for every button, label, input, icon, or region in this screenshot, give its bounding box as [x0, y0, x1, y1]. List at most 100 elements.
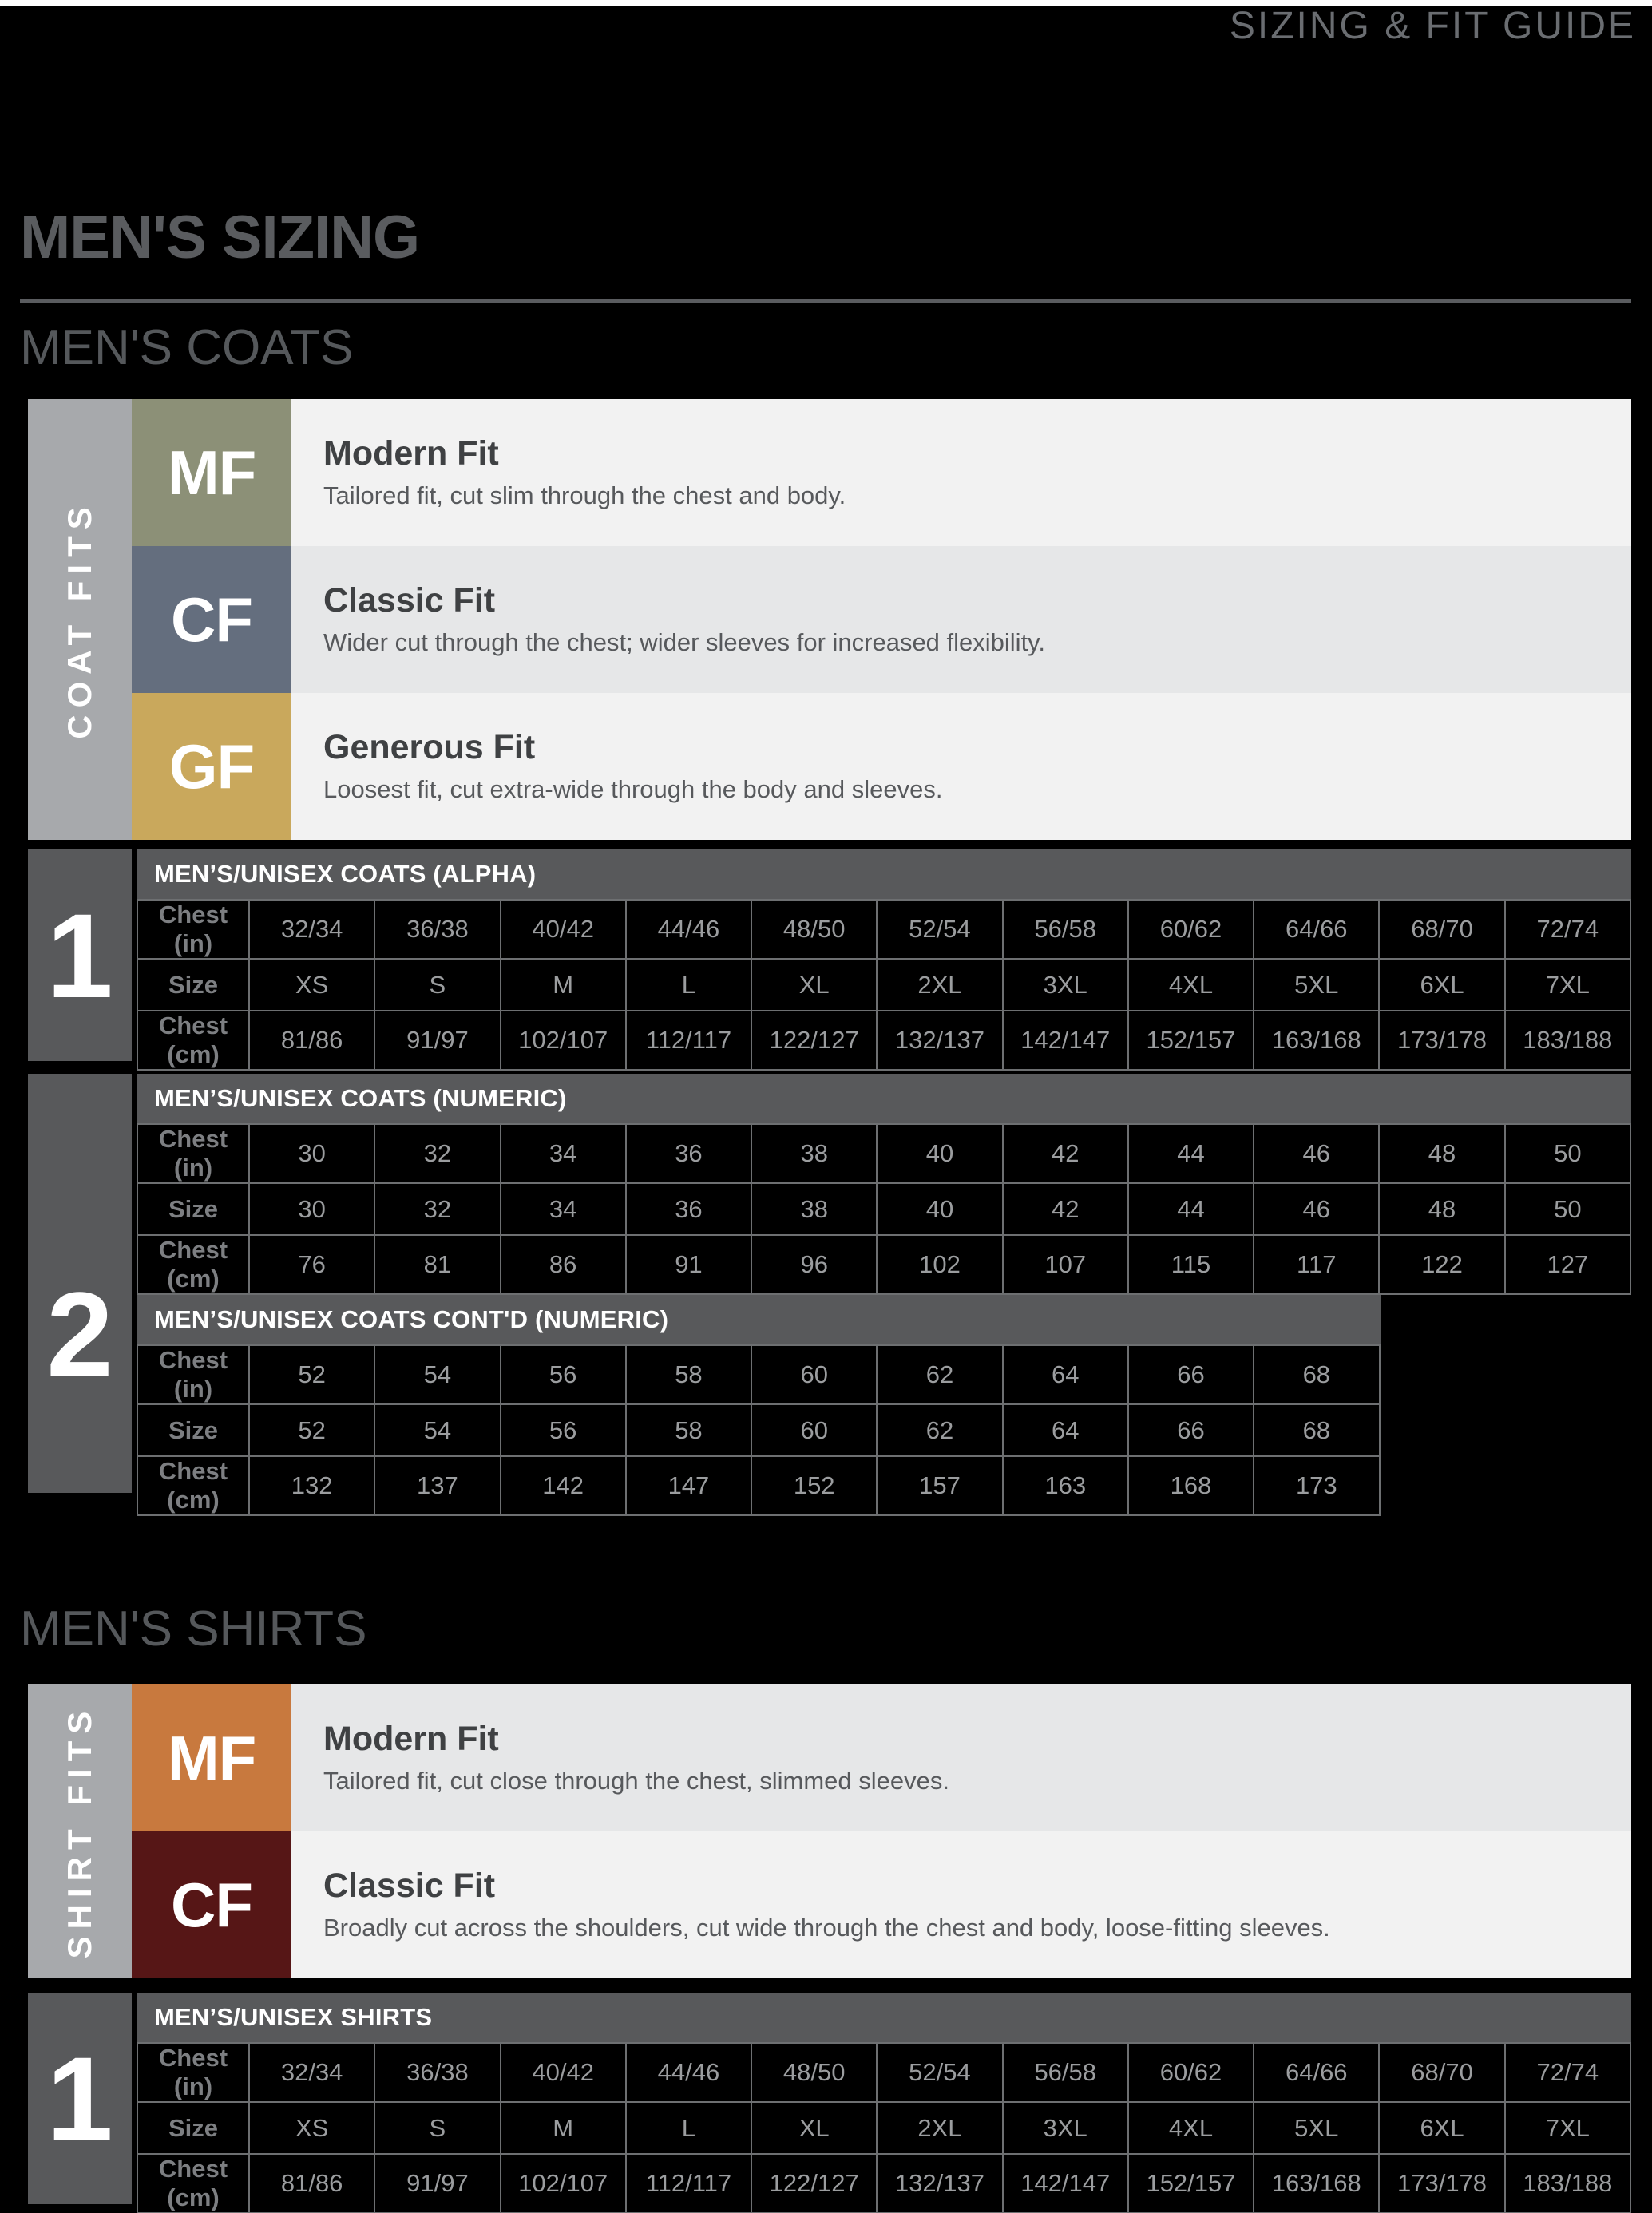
table-cell: 52 [248, 1403, 376, 1457]
table-cell: 122 [1378, 1234, 1506, 1295]
table-cell: 152 [751, 1455, 878, 1516]
table-cell: 68 [1253, 1344, 1381, 1405]
table-cell: 68/70 [1378, 2042, 1506, 2103]
table-cell: 147 [624, 1455, 753, 1516]
table-cell: 4XL [1127, 958, 1255, 1011]
table-cell: 5XL [1253, 958, 1381, 1011]
table-cell: 64 [1001, 1344, 1129, 1405]
table-cell: 58 [624, 1403, 753, 1457]
table-cell: 173/178 [1378, 2153, 1506, 2213]
table-cell: 2XL [876, 958, 1004, 1011]
coats-alpha-table-body: MEN’S/UNISEX COATS (ALPHA) Chest (in) 32/… [137, 849, 1632, 1071]
coat-fits-block: COAT FITS MF Modern Fit Tailored fit, cu… [28, 399, 1631, 840]
table-cell: 66 [1127, 1344, 1255, 1405]
table-cell: 64 [1001, 1403, 1129, 1457]
table-cell: XS [248, 958, 376, 1011]
row-header: Chest (in) [137, 2042, 250, 2103]
table-cell: 56/58 [1001, 2042, 1129, 2103]
table-cell: 44 [1127, 1182, 1255, 1236]
table-cell: 163/168 [1253, 1010, 1381, 1071]
table-cell: 102 [876, 1234, 1004, 1295]
table-cell: 68 [1253, 1403, 1381, 1457]
table-cell: 52/54 [876, 2042, 1004, 2103]
shirt-fit-row-modern[interactable]: MF Modern Fit Tailored fit, cut close th… [132, 1684, 1631, 1831]
table-cell: 40 [876, 1123, 1004, 1184]
table-cell: 64/66 [1253, 2042, 1381, 2103]
coat-fit-sub-classic: Wider cut through the chest; wider sleev… [323, 627, 1045, 656]
table-cell: 38 [751, 1123, 878, 1184]
table-row: Chest (in) 52 54 56 58 60 62 64 66 68 [137, 1344, 1381, 1405]
table-cell: 173 [1253, 1455, 1381, 1516]
table-row: Chest (cm) 81/86 91/97 102/107 112/117 122/12… [137, 1010, 1632, 1071]
shirt-fit-desc-classic: Classic Fit Broadly cut across the shoul… [291, 1831, 1631, 1978]
table-cell: 4XL [1127, 2101, 1255, 2155]
table-cell: 115 [1127, 1234, 1255, 1295]
coat-fit-code-gf: GF [168, 730, 255, 802]
coats-numeric-table: Chest (in) 30 32 34 36 38 40 42 44 46 48 50 Size 30 32… [137, 1123, 1632, 1295]
table-row: Size 30 32 34 36 38 40 42 44 46 48 50 [137, 1182, 1632, 1236]
table-cell: 142 [499, 1455, 627, 1516]
table-cell: 107 [1001, 1234, 1129, 1295]
table-cell: 48 [1378, 1123, 1506, 1184]
table-cell: 132/137 [876, 2153, 1004, 2213]
shirt-fits-list: MF Modern Fit Tailored fit, cut close th… [132, 1684, 1631, 1978]
row-header: Size [137, 1182, 250, 1236]
table-cell: 122/127 [751, 2153, 878, 2213]
table-cell: 54 [374, 1403, 501, 1457]
coat-fit-row-generous[interactable]: GF Generous Fit Loosest fit, cut extra-w… [132, 693, 1631, 840]
row-header: Chest (in) [137, 1344, 250, 1405]
row-header: Chest (cm) [137, 2153, 250, 2213]
table-cell: 122/127 [751, 1010, 878, 1071]
table-cell: 112/117 [624, 2153, 753, 2213]
table-cell: 56 [499, 1403, 627, 1457]
table-cell: 3XL [1001, 958, 1129, 1011]
table-cell: 50 [1503, 1123, 1632, 1184]
table-cell: 81 [374, 1234, 501, 1295]
table-row: Size XS S M L XL 2XL 3XL 4XL 5XL 6XL 7XL [137, 958, 1632, 1011]
shirt-fit-code-mf: MF [167, 1722, 257, 1793]
coat-fit-desc-classic: Classic Fit Wider cut through the chest;… [291, 546, 1631, 693]
coat-fit-desc-generous: Generous Fit Loosest fit, cut extra-wide… [291, 693, 1631, 840]
table-cell: 72/74 [1503, 2042, 1632, 2103]
table-cell: 60/62 [1127, 2042, 1255, 2103]
table-cell: 91/97 [374, 2153, 501, 2213]
table-cell: 6XL [1378, 2101, 1506, 2155]
table-cell: 40/42 [499, 899, 627, 960]
table-cell: XL [751, 2101, 878, 2155]
table-cell: 60 [751, 1344, 878, 1405]
table-cell: 72/74 [1503, 899, 1632, 960]
coats-numeric-contd-caption: MEN’S/UNISEX COATS CONT'D (NUMERIC) [137, 1295, 1381, 1344]
table-row: Chest (cm) 132 137 142 147 152 157 163 168 173 [137, 1455, 1381, 1516]
table-cell: 44 [1127, 1123, 1255, 1184]
coat-fit-row-modern[interactable]: MF Modern Fit Tailored fit, cut slim thr… [132, 399, 1631, 546]
section-divider [20, 299, 1631, 303]
coat-fit-code-mf: MF [167, 437, 257, 508]
row-header: Size [137, 2101, 250, 2155]
coat-fit-sub-modern: Tailored fit, cut slim through the chest… [323, 481, 846, 509]
table-cell: XS [248, 2101, 376, 2155]
coat-fit-row-classic[interactable]: CF Classic Fit Wider cut through the che… [132, 546, 1631, 693]
table-row: Size 52 54 56 58 60 62 64 66 68 [137, 1403, 1381, 1457]
shirts-step-number-label: 1 [46, 2031, 113, 2166]
table-cell: 86 [499, 1234, 627, 1295]
table-cell: 30 [248, 1182, 376, 1236]
table-cell: 142/147 [1001, 2153, 1129, 2213]
shirts-table-group: 1 MEN’S/UNISEX SHIRTS Chest (in) 32/34 36/… [28, 1993, 1632, 2213]
table-cell: 50 [1503, 1182, 1632, 1236]
shirt-fit-sub-classic: Broadly cut across the shoulders, cut wi… [323, 1913, 1330, 1942]
shirt-fits-spine: SHIRT FITS [28, 1684, 132, 1978]
shirt-fit-badge-cf: CF [132, 1831, 291, 1978]
table-row: Chest (in) 30 32 34 36 38 40 42 44 46 48 50 [137, 1123, 1632, 1184]
coats-numeric-step-number: 2 [28, 1074, 132, 1493]
shirt-fit-row-classic[interactable]: CF Classic Fit Broadly cut across the sh… [132, 1831, 1631, 1978]
table-cell: 42 [1001, 1123, 1129, 1184]
coats-numeric-caption: MEN’S/UNISEX COATS (NUMERIC) [137, 1074, 1631, 1123]
table-row: Chest (in) 32/34 36/38 40/42 44/46 48/50 52/54… [137, 2042, 1632, 2103]
table-cell: 152/157 [1127, 2153, 1255, 2213]
table-cell: 56 [499, 1344, 627, 1405]
table-cell: 91/97 [374, 1010, 501, 1071]
table-cell: 137 [374, 1455, 501, 1516]
coats-numeric-step-number-label: 2 [46, 1266, 113, 1401]
row-header: Chest (in) [137, 899, 250, 960]
shirt-fit-sub-modern: Tailored fit, cut close through the ches… [323, 1766, 949, 1795]
